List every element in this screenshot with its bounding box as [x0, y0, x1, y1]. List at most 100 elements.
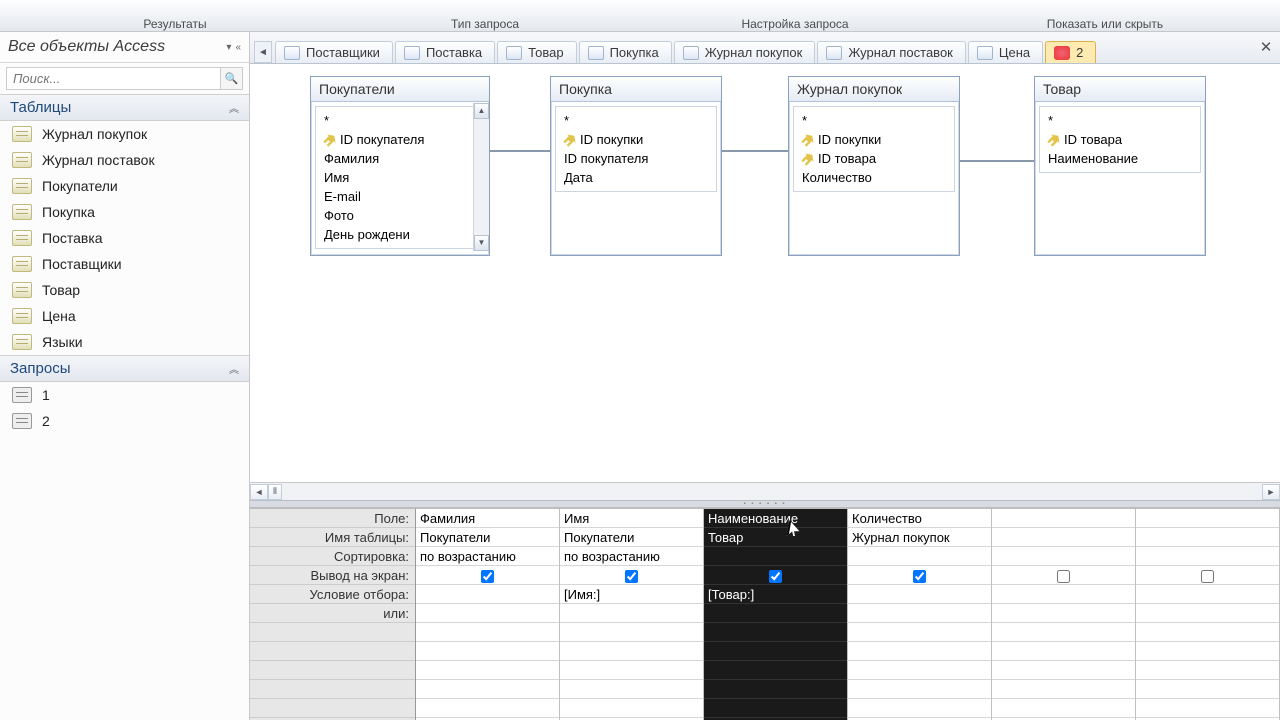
qbe-cell[interactable]	[848, 585, 991, 604]
pane-splitter[interactable]: ▪ ▪ ▪ ▪ ▪ ▪	[250, 500, 1280, 508]
qbe-column[interactable]: ИмяПокупателипо возрастанию[Имя:]	[560, 509, 704, 720]
tab-scroll-left[interactable]: ◄	[254, 41, 272, 63]
qbe-cell[interactable]	[992, 509, 1135, 528]
scroll-grip-icon[interactable]: ⦀	[268, 484, 282, 500]
table-Журнал покупок[interactable]: Журнал покупок *ID покупкиID товараКоличе…	[788, 76, 960, 256]
show-checkbox[interactable]	[913, 570, 926, 583]
tab-Журнал поставок[interactable]: Журнал поставок	[817, 41, 966, 63]
field-Количество[interactable]: Количество	[802, 168, 946, 187]
tab-Покупка[interactable]: Покупка	[579, 41, 672, 63]
qbe-cell[interactable]	[992, 566, 1135, 585]
table-Покупка[interactable]: Покупка *ID покупкиID покупателяДата	[550, 76, 722, 256]
nav-item-Покупатели[interactable]: Покупатели	[0, 173, 249, 199]
qbe-cell[interactable]	[416, 604, 559, 623]
table-title[interactable]: Журнал покупок	[789, 77, 959, 102]
field-E-mail[interactable]: E-mail	[324, 187, 476, 206]
scroll-up-icon[interactable]: ▲	[474, 103, 489, 119]
field-ID покупателя[interactable]: ID покупателя	[324, 130, 476, 149]
show-checkbox[interactable]	[1057, 570, 1070, 583]
qbe-cell[interactable]	[992, 528, 1135, 547]
field-Наименование[interactable]: Наименование	[1048, 149, 1192, 168]
nav-item-Языки[interactable]: Языки	[0, 329, 249, 355]
qbe-cell[interactable]: Журнал покупок	[848, 528, 991, 547]
scroll-left-icon[interactable]: ◄	[250, 484, 268, 500]
show-checkbox[interactable]	[625, 570, 638, 583]
scroll-down-icon[interactable]: ▼	[474, 235, 489, 251]
field-Фамилия[interactable]: Фамилия	[324, 149, 476, 168]
nav-item-Цена[interactable]: Цена	[0, 303, 249, 329]
qbe-cell[interactable]	[560, 604, 703, 623]
qbe-cell[interactable]	[992, 585, 1135, 604]
close-tab-button[interactable]: ✕	[1256, 38, 1276, 56]
field-Фото[interactable]: Фото	[324, 206, 476, 225]
field-*[interactable]: *	[564, 111, 708, 130]
nav-item-1[interactable]: 1	[0, 382, 249, 408]
qbe-cell[interactable]	[704, 547, 847, 566]
qbe-cell[interactable]	[1136, 528, 1279, 547]
tab-2[interactable]: 2	[1045, 41, 1096, 63]
show-checkbox[interactable]	[1201, 570, 1214, 583]
search-icon[interactable]: 🔍	[221, 67, 243, 90]
qbe-cell[interactable]	[704, 604, 847, 623]
qbe-cell[interactable]	[848, 566, 991, 585]
show-checkbox[interactable]	[481, 570, 494, 583]
canvas-hscroll[interactable]: ◄ ⦀ ►	[250, 482, 1280, 500]
field-Дата[interactable]: Дата	[564, 168, 708, 187]
qbe-cell[interactable]	[992, 604, 1135, 623]
tab-Журнал покупок[interactable]: Журнал покупок	[674, 41, 816, 63]
table-Товар[interactable]: Товар*ID товараНаименование	[1034, 76, 1206, 256]
qbe-cell[interactable]	[848, 547, 991, 566]
qbe-cell[interactable]	[416, 585, 559, 604]
qbe-cell[interactable]: по возрастанию	[416, 547, 559, 566]
table-title[interactable]: Покупка	[551, 77, 721, 102]
qbe-cell[interactable]	[1136, 547, 1279, 566]
qbe-cell[interactable]: по возрастанию	[560, 547, 703, 566]
qbe-cell[interactable]: Наименование	[704, 509, 847, 528]
qbe-grid[interactable]: Поле:Имя таблицы:Сортировка:Вывод на экр…	[250, 508, 1280, 720]
table-scrollbar[interactable]: ▲▼	[473, 103, 489, 251]
tab-Товар[interactable]: Товар	[497, 41, 576, 63]
tab-Поставка[interactable]: Поставка	[395, 41, 495, 63]
search-input[interactable]	[6, 67, 221, 90]
qbe-cell[interactable]	[848, 604, 991, 623]
nav-item-Журнал поставок[interactable]: Журнал поставок	[0, 147, 249, 173]
nav-section-Запросы[interactable]: Запросы︽	[0, 355, 249, 382]
qbe-column[interactable]: ФамилияПокупателипо возрастанию	[416, 509, 560, 720]
field-ID покупки[interactable]: ID покупки	[802, 130, 946, 149]
field-*[interactable]: *	[802, 111, 946, 130]
qbe-column[interactable]	[1136, 509, 1280, 720]
nav-section-Таблицы[interactable]: Таблицы︽	[0, 94, 249, 121]
nav-header[interactable]: Все объекты Access ▾ «	[0, 32, 249, 63]
table-title[interactable]: Товар	[1035, 77, 1205, 102]
nav-collapse-icon[interactable]: «	[235, 42, 241, 53]
qbe-cell[interactable]	[704, 566, 847, 585]
qbe-cell[interactable]: [Имя:]	[560, 585, 703, 604]
qbe-cell[interactable]	[416, 566, 559, 585]
field-ID товара[interactable]: ID товара	[1048, 130, 1192, 149]
scroll-right-icon[interactable]: ►	[1262, 484, 1280, 500]
show-checkbox[interactable]	[769, 570, 782, 583]
nav-item-Поставщики[interactable]: Поставщики	[0, 251, 249, 277]
qbe-cell[interactable]	[992, 547, 1135, 566]
qbe-cell[interactable]	[1136, 604, 1279, 623]
qbe-cell[interactable]	[560, 566, 703, 585]
field-ID покупки[interactable]: ID покупки	[564, 130, 708, 149]
field-День рождени[interactable]: День рождени	[324, 225, 476, 244]
nav-item-2[interactable]: 2	[0, 408, 249, 434]
qbe-cell[interactable]: Покупатели	[560, 528, 703, 547]
field-ID товара[interactable]: ID товара	[802, 149, 946, 168]
qbe-cell[interactable]	[1136, 566, 1279, 585]
qbe-cell[interactable]	[1136, 509, 1279, 528]
nav-dropdown-icon[interactable]: ▾	[226, 42, 231, 53]
tab-Цена[interactable]: Цена	[968, 41, 1043, 63]
qbe-cell[interactable]: Товар	[704, 528, 847, 547]
qbe-cell[interactable]: [Товар:]	[704, 585, 847, 604]
nav-item-Товар[interactable]: Товар	[0, 277, 249, 303]
nav-item-Покупка[interactable]: Покупка	[0, 199, 249, 225]
qbe-column[interactable]: КоличествоЖурнал покупок	[848, 509, 992, 720]
qbe-cell[interactable]: Фамилия	[416, 509, 559, 528]
qbe-cell[interactable]: Покупатели	[416, 528, 559, 547]
field-*[interactable]: *	[324, 111, 476, 130]
field-ID покупателя[interactable]: ID покупателя	[564, 149, 708, 168]
field-Имя[interactable]: Имя	[324, 168, 476, 187]
